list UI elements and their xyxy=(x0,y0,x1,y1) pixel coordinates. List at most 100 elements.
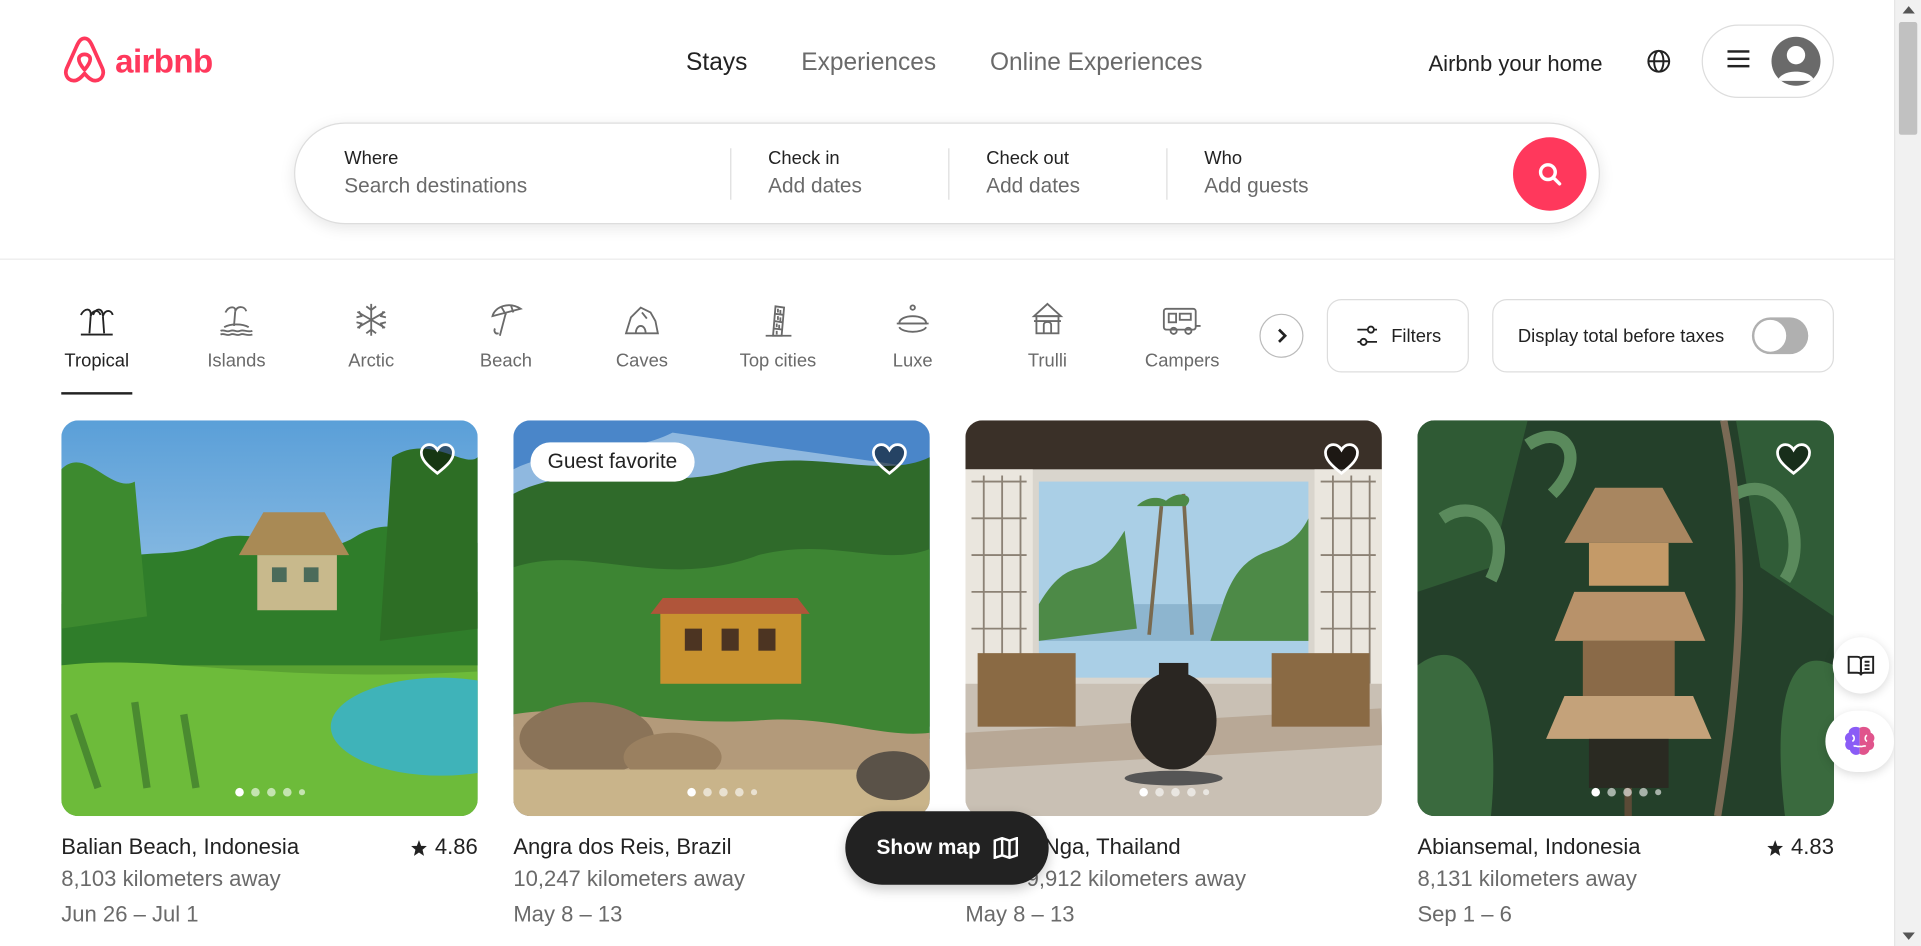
photo-dots xyxy=(1417,787,1834,797)
scroll-thumb[interactable] xyxy=(1898,22,1918,135)
listing-card[interactable]: Abiansemal, Indonesia 4.83 8,131 kilomet… xyxy=(1417,420,1834,927)
header: airbnb Stays Experiences Online Experien… xyxy=(0,0,1895,260)
tower-icon xyxy=(760,299,797,341)
category-tropical[interactable]: Tropical xyxy=(48,299,146,395)
check-out-label: Check out xyxy=(986,148,1069,170)
check-out-field[interactable]: Check out Add dates xyxy=(949,124,1166,223)
umbrella-icon xyxy=(488,299,525,341)
rating-value: 4.83 xyxy=(1791,834,1834,860)
who-label: Who xyxy=(1204,148,1243,170)
category-label: Beach xyxy=(479,350,533,372)
toggle-knob xyxy=(1754,319,1787,352)
who-value: Add guests xyxy=(1204,174,1309,198)
where-field[interactable]: Where Search destinations xyxy=(295,124,730,223)
display-total-toggle-box[interactable]: Display total before taxes xyxy=(1492,298,1834,373)
where-label: Where xyxy=(344,148,399,170)
category-label: Trulli xyxy=(1027,350,1068,372)
reader-mode-button[interactable] xyxy=(1832,637,1890,694)
guest-favorite-badge: Guest favorite xyxy=(530,442,695,482)
snowflake-icon xyxy=(353,299,390,341)
listing-dates: Jun 26 – Jul 1 xyxy=(61,901,199,927)
sliders-icon xyxy=(1356,325,1377,346)
category-label: Luxe xyxy=(892,350,933,372)
book-icon xyxy=(1847,655,1875,676)
category-label: Caves xyxy=(615,350,669,372)
tab-stays[interactable]: Stays xyxy=(659,44,774,82)
category-islands[interactable]: Islands xyxy=(187,299,285,371)
star-icon xyxy=(1767,839,1783,856)
scroll-up-arrow-icon[interactable] xyxy=(1902,6,1915,14)
listing-photo[interactable] xyxy=(965,420,1382,817)
airbnb-your-home-link[interactable]: Airbnb your home xyxy=(1411,47,1619,83)
listing-dates: May 8 – 13 xyxy=(965,901,1075,927)
tax-toggle-label: Display total before taxes xyxy=(1517,325,1725,347)
category-beach[interactable]: Beach xyxy=(457,299,555,371)
search-bar: Where Search destinations Check in Add d… xyxy=(294,122,1600,225)
nav-tabs: Stays Experiences Online Experiences xyxy=(659,44,1229,82)
photo-dots xyxy=(61,787,478,797)
filters-button[interactable]: Filters xyxy=(1326,298,1469,373)
page: airbnb Stays Experiences Online Experien… xyxy=(0,0,1921,946)
user-avatar-icon xyxy=(1771,36,1821,86)
cave-icon xyxy=(624,299,661,341)
show-map-label: Show map xyxy=(876,835,981,860)
search-icon xyxy=(1538,163,1562,186)
listing-distance: 8,131 kilometers away xyxy=(1417,866,1637,891)
category-top-cities[interactable]: Top cities xyxy=(729,299,827,371)
category-arctic[interactable]: Arctic xyxy=(322,299,420,371)
star-icon xyxy=(411,839,427,856)
check-out-value: Add dates xyxy=(986,174,1081,198)
airbnb-logo[interactable]: airbnb xyxy=(61,36,213,87)
listing-title: Abiansemal, Indonesia xyxy=(1417,834,1641,860)
listing-distance: 8,103 kilometers away xyxy=(61,866,281,891)
category-label: Campers xyxy=(1144,350,1220,372)
ai-assistant-button[interactable] xyxy=(1825,710,1895,773)
check-in-field[interactable]: Check in Add dates xyxy=(731,124,948,223)
chevron-right-icon xyxy=(1278,328,1288,343)
listing-photo[interactable] xyxy=(1417,420,1834,817)
hamburger-icon xyxy=(1727,48,1750,74)
listing-photo[interactable]: Guest favorite xyxy=(513,420,930,817)
scroll-down-arrow-icon[interactable] xyxy=(1902,932,1915,940)
active-underline xyxy=(61,392,133,395)
heart-icon[interactable] xyxy=(871,442,908,476)
category-label: Islands xyxy=(207,350,266,372)
check-in-value: Add dates xyxy=(768,174,862,198)
tab-online-experiences[interactable]: Online Experiences xyxy=(963,44,1229,82)
categories-next-button[interactable] xyxy=(1259,313,1304,358)
vertical-scrollbar[interactable] xyxy=(1894,0,1921,946)
tax-toggle-switch[interactable] xyxy=(1751,317,1809,355)
heart-icon[interactable] xyxy=(419,442,456,476)
tab-experiences[interactable]: Experiences xyxy=(774,44,963,82)
listing-photo[interactable] xyxy=(61,420,478,817)
who-field[interactable]: Who Add guests xyxy=(1168,124,1474,223)
listing-dates: Sep 1 – 6 xyxy=(1417,901,1512,927)
category-label: Arctic xyxy=(348,350,395,372)
filters-label: Filters xyxy=(1391,325,1442,347)
show-map-button[interactable]: Show map xyxy=(845,811,1049,885)
globe-icon[interactable] xyxy=(1639,42,1678,81)
heart-icon[interactable] xyxy=(1323,442,1360,476)
photo-dots xyxy=(513,787,930,797)
heart-icon[interactable] xyxy=(1775,442,1812,476)
search-button[interactable] xyxy=(1512,137,1587,211)
category-caves[interactable]: Caves xyxy=(593,299,691,371)
category-campers[interactable]: Campers xyxy=(1133,299,1231,371)
listing-rating: 4.83 xyxy=(1767,834,1834,860)
photo-dots xyxy=(965,787,1382,797)
profile-menu-button[interactable] xyxy=(1701,24,1834,99)
category-luxe[interactable]: Luxe xyxy=(864,299,962,371)
trulli-icon xyxy=(1029,299,1066,341)
airbnb-logo-icon xyxy=(64,36,106,83)
category-trulli[interactable]: Trulli xyxy=(998,299,1096,371)
listing-rating: 4.86 xyxy=(410,834,478,860)
check-in-label: Check in xyxy=(768,148,840,170)
listing-title: Nga, Thailand xyxy=(1043,834,1181,860)
cloche-icon xyxy=(894,299,931,341)
category-label: Top cities xyxy=(739,350,817,372)
rating-value: 4.86 xyxy=(434,834,478,860)
listing-card[interactable]: Balian Beach, Indonesia 4.86 8,103 kilom… xyxy=(61,420,478,927)
where-input[interactable]: Search destinations xyxy=(344,174,730,199)
map-icon xyxy=(992,836,1018,860)
listing-dates: May 8 – 13 xyxy=(513,901,623,927)
